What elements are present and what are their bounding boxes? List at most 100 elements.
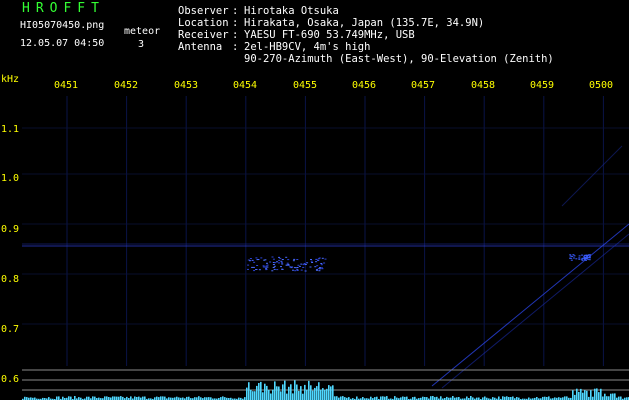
diagonal-trace [441, 233, 629, 389]
filename: HI05070450.png [20, 20, 105, 31]
meter-bar [288, 386, 290, 400]
meteor-label: meteor [124, 26, 161, 37]
meter-bar [116, 396, 118, 400]
echo-pixel [315, 261, 318, 263]
meter-bar [302, 393, 304, 400]
meter-bar [70, 396, 72, 400]
diagonal-trace [561, 145, 623, 207]
info-label-observer: Observer [178, 5, 229, 17]
info-label-location: Location [178, 17, 229, 29]
info-separator: : [232, 41, 239, 53]
time-label: 0452 [114, 80, 139, 91]
meter-bar [58, 396, 60, 400]
echo-pixel [256, 265, 259, 266]
meter-bar [260, 381, 262, 400]
echo-pixel [287, 259, 290, 261]
echo-pixel [311, 262, 314, 263]
echo-pixel [265, 265, 268, 267]
echo-pixel [303, 263, 306, 264]
meter-bar [106, 396, 108, 400]
echo-pixel [317, 259, 319, 261]
echo-pixel [272, 264, 275, 265]
meter-bar [356, 396, 358, 400]
echo-pixel [281, 259, 284, 260]
echo-pixel [247, 264, 250, 266]
meter-bar [380, 396, 382, 400]
echo-pixel [269, 261, 272, 263]
echo-pixel [316, 265, 319, 267]
echo-pixel [272, 267, 275, 268]
meter-bar [328, 385, 330, 400]
meter-bar [74, 396, 76, 400]
echo-pixel [266, 262, 268, 264]
echo-pixel [569, 254, 572, 256]
meter-bar [222, 396, 224, 400]
meter-bar [298, 390, 300, 400]
meter-bar [266, 385, 268, 400]
echo-pixel [278, 256, 280, 258]
echo-pixel [266, 266, 269, 268]
echo-pixel [253, 270, 256, 272]
meter-bar [94, 396, 96, 400]
meter-bar [466, 396, 468, 400]
echo-pixel [296, 259, 299, 260]
meter-bar [114, 396, 116, 400]
meteor-echo [247, 256, 327, 272]
meter-bar [272, 389, 274, 400]
echo-pixel [292, 260, 295, 262]
echo-pixel [251, 259, 254, 261]
echo-pixel [319, 267, 321, 269]
meter-bar [406, 396, 408, 400]
echo-pixel [253, 261, 256, 263]
meter-bar [322, 388, 324, 400]
meter-bar [548, 396, 550, 400]
echo-pixel [304, 270, 307, 272]
echo-pixel [324, 258, 327, 260]
meter-bar [596, 388, 598, 400]
echo-pixel [316, 269, 318, 271]
echo-pixel [286, 262, 289, 264]
freq-label: 0.7 [1, 324, 20, 335]
meter-bar [332, 385, 334, 400]
echo-pixel [281, 268, 284, 270]
meter-bar [134, 396, 136, 400]
meter-bar [574, 394, 576, 400]
meter-bar [618, 396, 620, 400]
echo-pixel [589, 255, 591, 257]
echo-pixel [323, 262, 326, 264]
meter-bar [198, 396, 200, 400]
meter-bar [258, 383, 260, 400]
echo-pixel [578, 258, 581, 260]
echo-pixel [287, 264, 290, 266]
echo-pixel [309, 266, 312, 268]
hrofft-window: HROFFT HI05070450.png 12.05.07 04:50 met… [0, 0, 629, 400]
meter-bar [470, 396, 472, 400]
meter-bar [330, 386, 332, 400]
echo-pixel [278, 259, 281, 261]
meter-bar [274, 381, 276, 400]
meter-bar [594, 388, 596, 400]
freq-label: 1.1 [1, 124, 20, 135]
echo-pixel [265, 267, 267, 269]
meter-bar [314, 387, 316, 400]
echo-pixel [304, 264, 307, 265]
echo-pixel [279, 257, 282, 259]
echo-pixel [300, 269, 303, 271]
meter-bar [590, 390, 592, 400]
meter-bar [252, 391, 254, 400]
meter-bar [572, 390, 574, 400]
echo-pixel [588, 257, 591, 258]
meter-bar [160, 396, 162, 400]
meter-bar [104, 396, 106, 400]
meter-bar [138, 396, 140, 400]
echo-pixel [265, 268, 268, 270]
echo-pixel [578, 257, 581, 259]
meter-bar [254, 391, 256, 400]
meter-bar [578, 391, 580, 400]
echo-pixel [280, 262, 283, 264]
info-value-antenna: 2el-HB9CV, 4m's high [244, 41, 371, 53]
meter-bar [608, 396, 610, 400]
time-label: 0451 [54, 80, 79, 91]
echo-pixel [321, 268, 324, 270]
meter-bar [394, 396, 396, 400]
